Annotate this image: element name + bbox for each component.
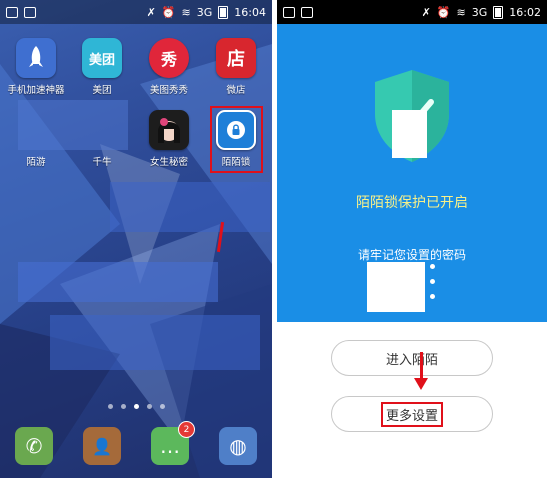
highlight-box <box>210 106 263 173</box>
app-label: 千牛 <box>92 157 112 168</box>
app-label: 微店 <box>226 85 246 96</box>
redaction-block <box>367 262 425 312</box>
browser-icon[interactable]: ◍ <box>219 427 257 465</box>
mute-icon: ✗ <box>421 5 431 19</box>
redaction-block <box>50 315 260 370</box>
red-pointer-line <box>420 352 423 380</box>
app-meitu[interactable]: 秀 美图秀秀 <box>139 38 199 96</box>
messages-icon[interactable]: … 2 <box>151 421 195 465</box>
status-time: 16:02 <box>509 5 541 19</box>
signal-icon: 3G <box>471 5 488 19</box>
lock-app-screen: ✗ ⏰ ≋ 3G 16:02 陌陌锁保护已开启 请牢记您设置的密码 进入陌陌 更… <box>277 0 547 478</box>
enter-momo-label: 进入陌陌 <box>385 352 438 368</box>
app-girl-secret[interactable]: 女生秘密 <box>139 110 199 168</box>
meituan-icon: 美团 <box>82 38 122 78</box>
red-arrow-icon <box>414 378 428 390</box>
redaction-block <box>18 100 128 150</box>
page-dot[interactable] <box>120 404 126 409</box>
screenshot-icon <box>6 6 18 18</box>
screenshot-icon <box>283 6 295 18</box>
page-dot[interactable] <box>146 404 152 409</box>
battery-icon <box>493 5 504 19</box>
messages-glyph: … <box>160 434 180 458</box>
unread-badge: 2 <box>178 421 195 438</box>
password-dots <box>427 264 437 309</box>
app-label: 美团 <box>92 85 112 96</box>
redaction-block <box>110 182 270 232</box>
app-label: 陌游 <box>26 157 46 168</box>
image-icon <box>301 6 313 18</box>
protection-status-title: 陌陌锁保护已开启 <box>356 195 468 211</box>
dock: ✆ 👤 … 2 ◍ <box>0 414 272 478</box>
app-label: 女生秘密 <box>149 157 188 168</box>
phone-icon[interactable]: ✆ <box>15 427 53 465</box>
status-time: 16:04 <box>234 5 266 19</box>
image-icon <box>24 6 36 18</box>
battery-icon <box>218 5 229 19</box>
mute-icon: ✗ <box>146 5 156 19</box>
page-indicator <box>0 404 272 409</box>
app-phone-booster[interactable]: 手机加速神器 <box>6 38 66 96</box>
app-label: 美图秀秀 <box>149 85 188 96</box>
app-label: 手机加速神器 <box>7 85 65 96</box>
status-bar: ✗ ⏰ ≋ 3G 16:02 <box>277 0 547 24</box>
contacts-icon[interactable]: 👤 <box>83 427 121 465</box>
enter-momo-button[interactable]: 进入陌陌 <box>331 340 493 376</box>
meitu-icon: 秀 <box>149 38 189 78</box>
girl-icon <box>149 110 189 150</box>
home-screen: ✗ ⏰ ≋ 3G 16:04 手机加速神器 美团 美团 秀 美图秀秀 店 微店 … <box>0 0 272 478</box>
rocket-icon <box>16 38 56 78</box>
app-weidian[interactable]: 店 微店 <box>206 38 266 96</box>
status-bar: ✗ ⏰ ≋ 3G 16:04 <box>0 0 272 24</box>
app-meituan[interactable]: 美团 美团 <box>72 38 132 96</box>
page-dot[interactable] <box>107 404 113 409</box>
alarm-icon: ⏰ <box>436 5 451 19</box>
page-dot[interactable] <box>133 404 139 409</box>
page-dot[interactable] <box>159 404 165 409</box>
wifi-icon: ≋ <box>181 5 191 19</box>
more-settings-button[interactable]: 更多设置 <box>331 396 493 432</box>
redaction-block <box>392 110 427 158</box>
redaction-block <box>18 262 218 302</box>
weidian-icon: 店 <box>216 38 256 78</box>
alarm-icon: ⏰ <box>161 5 176 19</box>
password-hint: 请牢记您设置的密码 <box>357 248 466 262</box>
wifi-icon: ≋ <box>456 5 466 19</box>
more-settings-label: 更多设置 <box>380 401 443 427</box>
signal-icon: 3G <box>196 5 213 19</box>
